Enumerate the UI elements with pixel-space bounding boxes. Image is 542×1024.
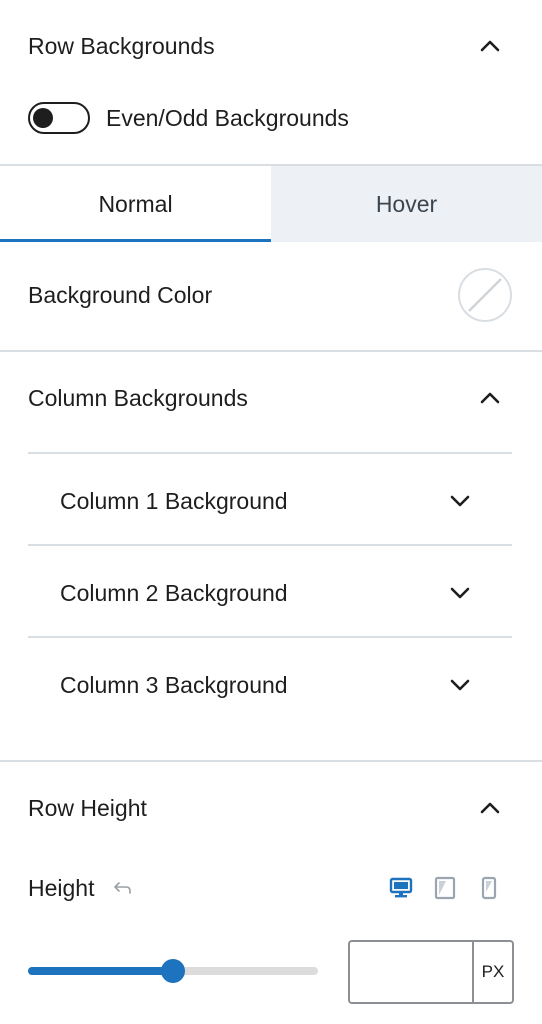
height-slider-row: PX — [28, 940, 514, 1004]
tablet-icon[interactable] — [432, 875, 458, 901]
column-2-background-item[interactable]: Column 2 Background — [28, 547, 512, 639]
desktop-icon[interactable] — [388, 875, 414, 901]
divider — [0, 760, 542, 762]
column-1-background-label: Column 1 Background — [60, 487, 288, 514]
undo-icon[interactable] — [112, 877, 134, 899]
chevron-down-icon[interactable] — [448, 673, 472, 697]
even-odd-toggle[interactable] — [28, 102, 90, 134]
unit-select[interactable]: PX — [474, 940, 514, 1004]
toggle-knob — [33, 108, 53, 128]
column-backgrounds-header[interactable]: Column Backgrounds — [0, 368, 542, 428]
column-3-background-label: Column 3 Background — [60, 671, 288, 698]
even-odd-toggle-row: Even/Odd Backgrounds — [28, 100, 349, 136]
row-backgrounds-header[interactable]: Row Backgrounds — [0, 16, 542, 76]
column-1-background-item[interactable]: Column 1 Background — [28, 455, 512, 547]
divider — [28, 636, 512, 638]
chevron-down-icon[interactable] — [448, 581, 472, 605]
background-color-swatch[interactable] — [458, 268, 512, 322]
row-backgrounds-title: Row Backgrounds — [28, 32, 215, 59]
height-value-input[interactable] — [348, 940, 474, 1004]
column-2-background-label: Column 2 Background — [60, 579, 288, 606]
chevron-down-icon[interactable] — [448, 489, 472, 513]
background-color-label: Background Color — [28, 281, 213, 308]
row-height-header[interactable]: Row Height — [0, 778, 542, 838]
column-backgrounds-title: Column Backgrounds — [28, 384, 248, 411]
divider — [28, 544, 512, 546]
height-slider-fill — [28, 967, 173, 975]
divider — [28, 452, 512, 454]
background-color-row: Background Color — [28, 264, 512, 326]
height-label: Height — [28, 874, 95, 901]
divider — [0, 350, 542, 352]
tab-normal[interactable]: Normal — [0, 166, 271, 242]
height-slider-thumb[interactable] — [161, 959, 185, 983]
chevron-up-icon[interactable] — [478, 34, 502, 58]
row-height-title: Row Height — [28, 794, 147, 821]
chevron-up-icon[interactable] — [478, 386, 502, 410]
chevron-up-icon[interactable] — [478, 796, 502, 820]
state-tabs: Normal Hover — [0, 166, 542, 242]
tab-hover[interactable]: Hover — [271, 166, 542, 242]
height-control-row: Height — [28, 866, 502, 910]
even-odd-toggle-label: Even/Odd Backgrounds — [106, 104, 349, 131]
no-color-icon — [468, 278, 502, 312]
mobile-icon[interactable] — [476, 875, 502, 901]
column-3-background-item[interactable]: Column 3 Background — [28, 639, 512, 731]
